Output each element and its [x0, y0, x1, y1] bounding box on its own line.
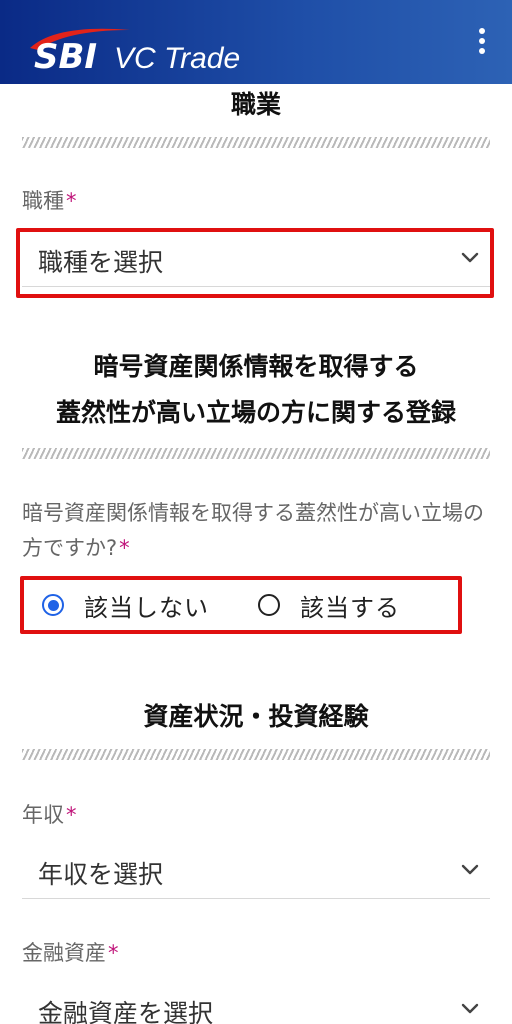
required-mark: * [108, 941, 119, 965]
financial-assets-label-text: 金融資産 [22, 941, 106, 965]
financial-assets-label: 金融資産* [22, 936, 119, 971]
crypto-position-label-text: 暗号資産関係情報を取得する蓋然性が高い立場の方ですか? [22, 501, 484, 560]
section-divider [22, 137, 490, 148]
kebab-menu-icon[interactable] [474, 28, 490, 60]
crypto-position-label: 暗号資産関係情報を取得する蓋然性が高い立場の方ですか?* [22, 496, 490, 565]
chevron-down-icon [461, 1003, 479, 1014]
sbi-vc-trade-logo[interactable]: SBI VC Trade [26, 22, 256, 77]
chevron-down-icon [461, 864, 479, 875]
financial-assets-select[interactable]: 金融資産を選択 [22, 984, 490, 1024]
required-mark: * [66, 803, 77, 827]
logo-sbi-text: SBI [34, 37, 98, 77]
section-title-occupation: 職業 [230, 90, 281, 119]
annual-income-select-value: 年収を選択 [38, 860, 164, 889]
app-header: SBI VC Trade [0, 0, 512, 84]
annual-income-select[interactable]: 年収を選択 [22, 845, 490, 899]
section-divider [22, 448, 490, 459]
logo-vc-trade-text: VC Trade [114, 42, 241, 75]
highlight-box-job-type [16, 228, 494, 298]
job-type-label: 職種* [22, 184, 77, 219]
section-title-assets: 資産状況・投資経験 [143, 702, 369, 731]
annual-income-label: 年収* [22, 798, 77, 833]
section-divider [22, 749, 490, 760]
section-title-crypto-line2: 蓋然性が高い立場の方に関する登録 [55, 398, 456, 427]
required-mark: * [119, 535, 130, 560]
financial-assets-select-value: 金融資産を選択 [38, 999, 214, 1024]
highlight-box-crypto-position [20, 576, 462, 634]
section-title-crypto-line1: 暗号資産関係情報を取得する [93, 352, 419, 381]
job-type-label-text: 職種 [22, 189, 64, 213]
annual-income-label-text: 年収 [22, 803, 64, 827]
required-mark: * [66, 189, 77, 213]
